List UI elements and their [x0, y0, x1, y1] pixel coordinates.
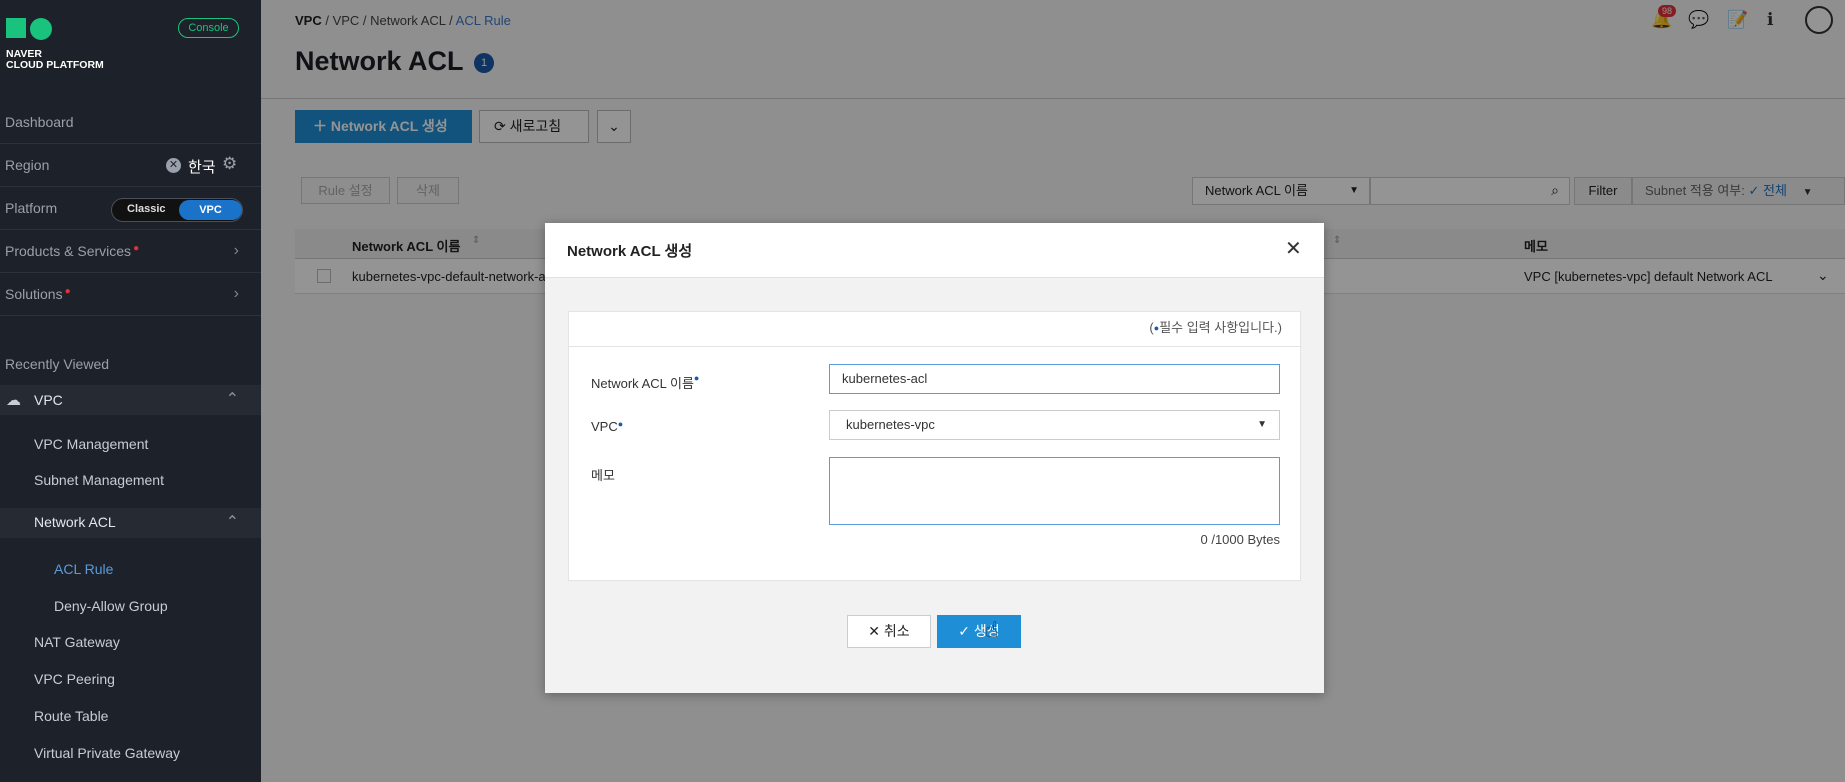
chevron-right-icon: ›: [233, 242, 239, 259]
sidebar-item-route-table[interactable]: Route Table: [34, 708, 108, 724]
sidebar-item-vpc-management[interactable]: VPC Management: [34, 436, 148, 452]
hand-cursor-icon: ☝: [985, 617, 999, 642]
gear-icon[interactable]: ⚙: [222, 154, 237, 174]
platform-classic-option[interactable]: Classic: [127, 203, 166, 215]
sidebar-item-dashboard[interactable]: Dashboard: [0, 101, 261, 144]
chevron-right-icon: ›: [233, 285, 239, 302]
logo-circle-icon: [30, 18, 52, 40]
region-value: 한국: [188, 159, 216, 176]
region-clear-icon[interactable]: ✕: [166, 158, 181, 173]
cloud-icon: ☁: [6, 392, 21, 409]
check-icon: ✓: [958, 623, 974, 639]
vpc-section-label: VPC: [34, 392, 63, 408]
network-acl-label: Network ACL: [34, 514, 116, 530]
sidebar-item-network-acl[interactable]: Network ACL ⌃: [0, 508, 261, 538]
solutions-label: Solutions ●: [5, 286, 71, 302]
name-field-label: Network ACL 이름●: [591, 373, 700, 391]
sidebar-item-virtual-private-gateway[interactable]: Virtual Private Gateway: [34, 745, 180, 761]
memo-byte-counter: 0 /1000 Bytes: [1200, 532, 1281, 547]
vpc-select[interactable]: kubernetes-vpc ▼: [829, 410, 1280, 440]
recently-viewed-label: Recently Viewed: [5, 356, 110, 372]
create-button[interactable]: ✓ 생성: [937, 615, 1021, 648]
platform-toggle[interactable]: Classic VPC: [111, 198, 243, 222]
chevron-up-icon: ⌃: [225, 514, 239, 531]
logo-square-icon: [6, 18, 26, 38]
close-icon: ✕: [868, 623, 884, 639]
memo-textarea[interactable]: [829, 457, 1280, 525]
modal-form: (●필수 입력 사항입니다.) Network ACL 이름● kubernet…: [568, 311, 1302, 581]
sidebar: NAVER CLOUD PLATFORM Console Dashboard Re…: [0, 0, 261, 782]
memo-field-label: 메모: [591, 468, 615, 483]
required-note: (●필수 입력 사항입니다.): [569, 312, 1302, 347]
products-label: Products & Services ●: [5, 243, 140, 259]
sidebar-item-nat-gateway[interactable]: NAT Gateway: [34, 634, 120, 650]
sidebar-item-vpc-peering[interactable]: VPC Peering: [34, 671, 115, 687]
logo-text: NAVER CLOUD PLATFORM: [6, 48, 104, 71]
sidebar-region[interactable]: Region ✕ 한국 ⚙: [0, 144, 261, 187]
sidebar-item-acl-rule[interactable]: ACL Rule: [54, 561, 113, 577]
platform-vpc-option[interactable]: VPC: [179, 200, 242, 220]
caret-down-icon: ▼: [1257, 419, 1267, 430]
sidebar-platform: Platform Classic VPC: [0, 187, 261, 230]
chevron-up-icon: ⌃: [225, 391, 239, 408]
sidebar-item-solutions[interactable]: Solutions ● ›: [0, 273, 261, 316]
console-badge[interactable]: Console: [178, 18, 239, 38]
region-label: Region: [5, 157, 50, 173]
sidebar-item-products[interactable]: Products & Services ● ›: [0, 230, 261, 273]
sidebar-item-deny-allow-group[interactable]: Deny-Allow Group: [54, 598, 168, 614]
vpc-field-label: VPC●: [591, 419, 624, 434]
close-icon[interactable]: ✕: [1285, 236, 1302, 261]
sidebar-item-subnet-management[interactable]: Subnet Management: [34, 472, 164, 488]
cancel-button[interactable]: ✕ 취소: [847, 615, 931, 648]
dashboard-label: Dashboard: [5, 114, 74, 130]
platform-label: Platform: [5, 200, 58, 216]
modal-title: Network ACL 생성: [567, 243, 693, 260]
acl-name-input[interactable]: kubernetes-acl: [829, 364, 1280, 394]
sidebar-section-vpc[interactable]: ☁ VPC ⌃: [0, 385, 261, 415]
